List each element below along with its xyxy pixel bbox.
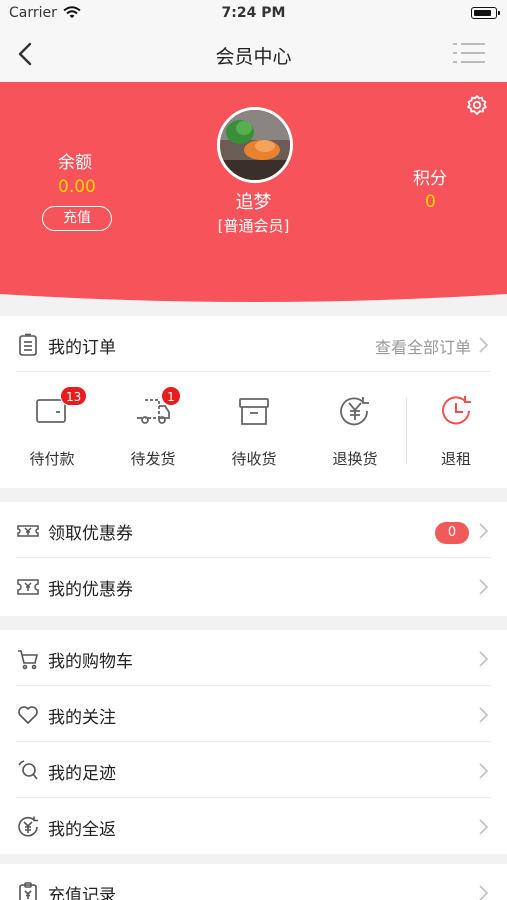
- nav-bar: 会员中心: [0, 26, 507, 82]
- footprint-row[interactable]: 我的足迹: [0, 742, 507, 798]
- cashback-row[interactable]: 我的全返: [0, 798, 507, 854]
- coupon-count-badge: 0: [435, 522, 469, 544]
- yuan-return-icon: [340, 397, 369, 426]
- clock: 7:24 PM: [221, 5, 286, 21]
- page-title: 会员中心: [215, 46, 292, 68]
- records-card: 充值记录: [0, 864, 507, 900]
- menu-card: 我的购物车 我的关注 我的足迹 我的全返: [0, 630, 507, 854]
- order-item-label: 退换货: [332, 450, 378, 468]
- chevron-right-icon: [479, 763, 489, 779]
- recharge-records-row[interactable]: 充值记录: [0, 864, 507, 900]
- order-list-icon: [19, 333, 37, 356]
- cashback-label: 我的全返: [48, 820, 116, 840]
- box-icon: [239, 398, 269, 425]
- coupon-get-icon: [17, 525, 39, 537]
- following-label: 我的关注: [48, 708, 116, 728]
- cart-label: 我的购物车: [48, 652, 133, 672]
- get-coupons-label: 领取优惠券: [48, 524, 133, 544]
- recharge-records-label: 充值记录: [48, 886, 116, 900]
- footprint-icon: [18, 760, 38, 780]
- orders-title: 我的订单: [48, 338, 116, 358]
- chevron-right-icon: [479, 337, 489, 353]
- member-level: [普通会员]: [217, 217, 290, 235]
- clipboard-icon: [19, 882, 37, 900]
- order-item-label: 待付款: [29, 450, 75, 468]
- points-value[interactable]: 0: [425, 192, 436, 212]
- order-rental-return[interactable]: 退租: [416, 372, 496, 490]
- footprint-label: 我的足迹: [48, 764, 116, 784]
- chevron-right-icon: [479, 523, 489, 539]
- pending-payment-badge: 13: [60, 386, 88, 406]
- orders-header[interactable]: 我的订单 查看全部订单: [0, 316, 507, 372]
- order-pending-payment[interactable]: 13 待付款: [12, 372, 92, 490]
- heart-icon: [18, 706, 38, 724]
- chevron-right-icon: [479, 579, 489, 595]
- cart-icon: [18, 650, 39, 670]
- chevron-right-icon: [479, 885, 489, 900]
- cart-row[interactable]: 我的购物车: [0, 630, 507, 686]
- order-returns[interactable]: 退换货: [315, 372, 395, 490]
- order-item-label: 待收货: [231, 450, 277, 468]
- chevron-right-icon: [479, 707, 489, 723]
- points-label: 积分: [413, 169, 447, 189]
- view-all-orders-link[interactable]: 查看全部订单: [375, 334, 471, 358]
- chevron-right-icon: [479, 819, 489, 835]
- clock-return-icon: [442, 396, 471, 425]
- avatar-image: [220, 110, 290, 180]
- chevron-right-icon: [479, 651, 489, 667]
- order-pending-shipment[interactable]: 1 待发货: [113, 372, 193, 490]
- pending-shipment-badge: 1: [161, 386, 181, 406]
- order-status-row: 13 待付款 1 待发货 待收货 退换货 退租: [0, 372, 507, 490]
- profile-header: 余额 0.00 充值 追梦 [普通会员] 积分 0: [0, 82, 507, 304]
- get-coupons-row[interactable]: 领取优惠券 0: [0, 502, 507, 558]
- following-row[interactable]: 我的关注: [0, 686, 507, 742]
- yuan-cycle-icon: [18, 816, 38, 837]
- gear-icon[interactable]: [466, 94, 488, 116]
- my-coupons-label: 我的优惠券: [48, 580, 133, 600]
- orders-card: 我的订单 查看全部订单 13 待付款 1 待发货 待收货 退换货 退租: [0, 316, 507, 488]
- status-bar: Carrier 7:24 PM: [0, 0, 507, 26]
- order-item-label: 退租: [440, 450, 471, 468]
- list-icon[interactable]: [451, 40, 487, 66]
- my-coupons-row[interactable]: 我的优惠券: [0, 558, 507, 614]
- order-item-label: 待发货: [130, 450, 176, 468]
- battery-icon: [471, 7, 500, 19]
- coupon-icon: [17, 579, 39, 595]
- balance-label: 余额: [58, 153, 92, 173]
- divider: [406, 398, 407, 464]
- avatar[interactable]: [217, 107, 293, 183]
- coupons-card: 领取优惠券 0 我的优惠券: [0, 502, 507, 616]
- order-pending-receipt[interactable]: 待收货: [214, 372, 294, 490]
